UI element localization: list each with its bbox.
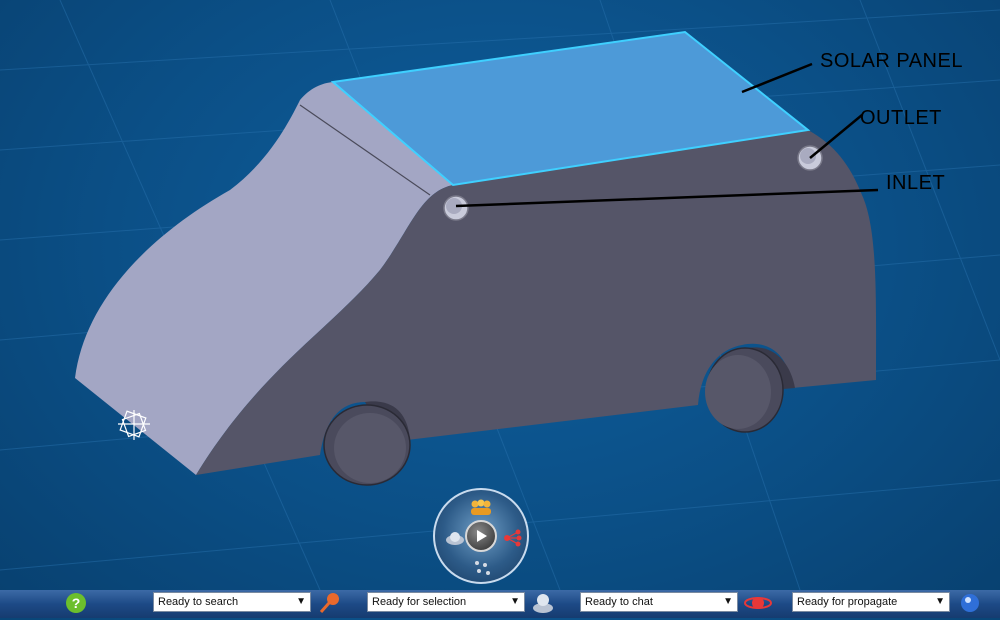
label-inlet: INLET xyxy=(886,172,946,194)
search-key-icon[interactable] xyxy=(318,591,342,615)
selection-status-text: Ready for selection xyxy=(372,596,467,608)
inlet-port[interactable] xyxy=(443,195,469,221)
chevron-down-icon: ▼ xyxy=(296,596,306,607)
wheel-rear xyxy=(705,347,795,433)
chevron-down-icon: ▼ xyxy=(935,596,945,607)
network-icon[interactable] xyxy=(501,526,525,550)
globe-icon[interactable] xyxy=(443,526,467,550)
dots-icon[interactable] xyxy=(471,556,495,580)
chat-status-text: Ready to chat xyxy=(585,596,653,608)
svg-text:?: ? xyxy=(72,595,81,611)
status-taskbar: ? Ready to search ▼ Ready for selection … xyxy=(0,590,1000,618)
play-button[interactable] xyxy=(465,520,497,552)
chevron-down-icon: ▼ xyxy=(510,596,520,607)
info-icon[interactable] xyxy=(958,591,982,615)
propagate-status-dropdown[interactable]: Ready for propagate ▼ xyxy=(792,592,950,612)
help-icon[interactable]: ? xyxy=(64,591,88,615)
play-icon xyxy=(477,530,487,542)
search-status-text: Ready to search xyxy=(158,596,239,608)
propagate-status-text: Ready for propagate xyxy=(797,596,898,608)
people-icon[interactable] xyxy=(469,496,493,520)
chevron-down-icon: ▼ xyxy=(723,596,733,607)
collaboration-compass[interactable] xyxy=(433,488,529,584)
label-outlet: OUTLET xyxy=(860,107,942,129)
chat-status-dropdown[interactable]: Ready to chat ▼ xyxy=(580,592,738,612)
label-solar-panel: SOLAR PANEL xyxy=(820,50,963,72)
selection-status-dropdown[interactable]: Ready for selection ▼ xyxy=(367,592,525,612)
propagate-icon[interactable] xyxy=(744,591,772,615)
search-status-dropdown[interactable]: Ready to search ▼ xyxy=(153,592,311,612)
wheel-front xyxy=(323,401,411,486)
chat-icon[interactable] xyxy=(531,591,555,615)
solar-panel-leader xyxy=(741,62,813,94)
car-model[interactable] xyxy=(75,30,877,486)
